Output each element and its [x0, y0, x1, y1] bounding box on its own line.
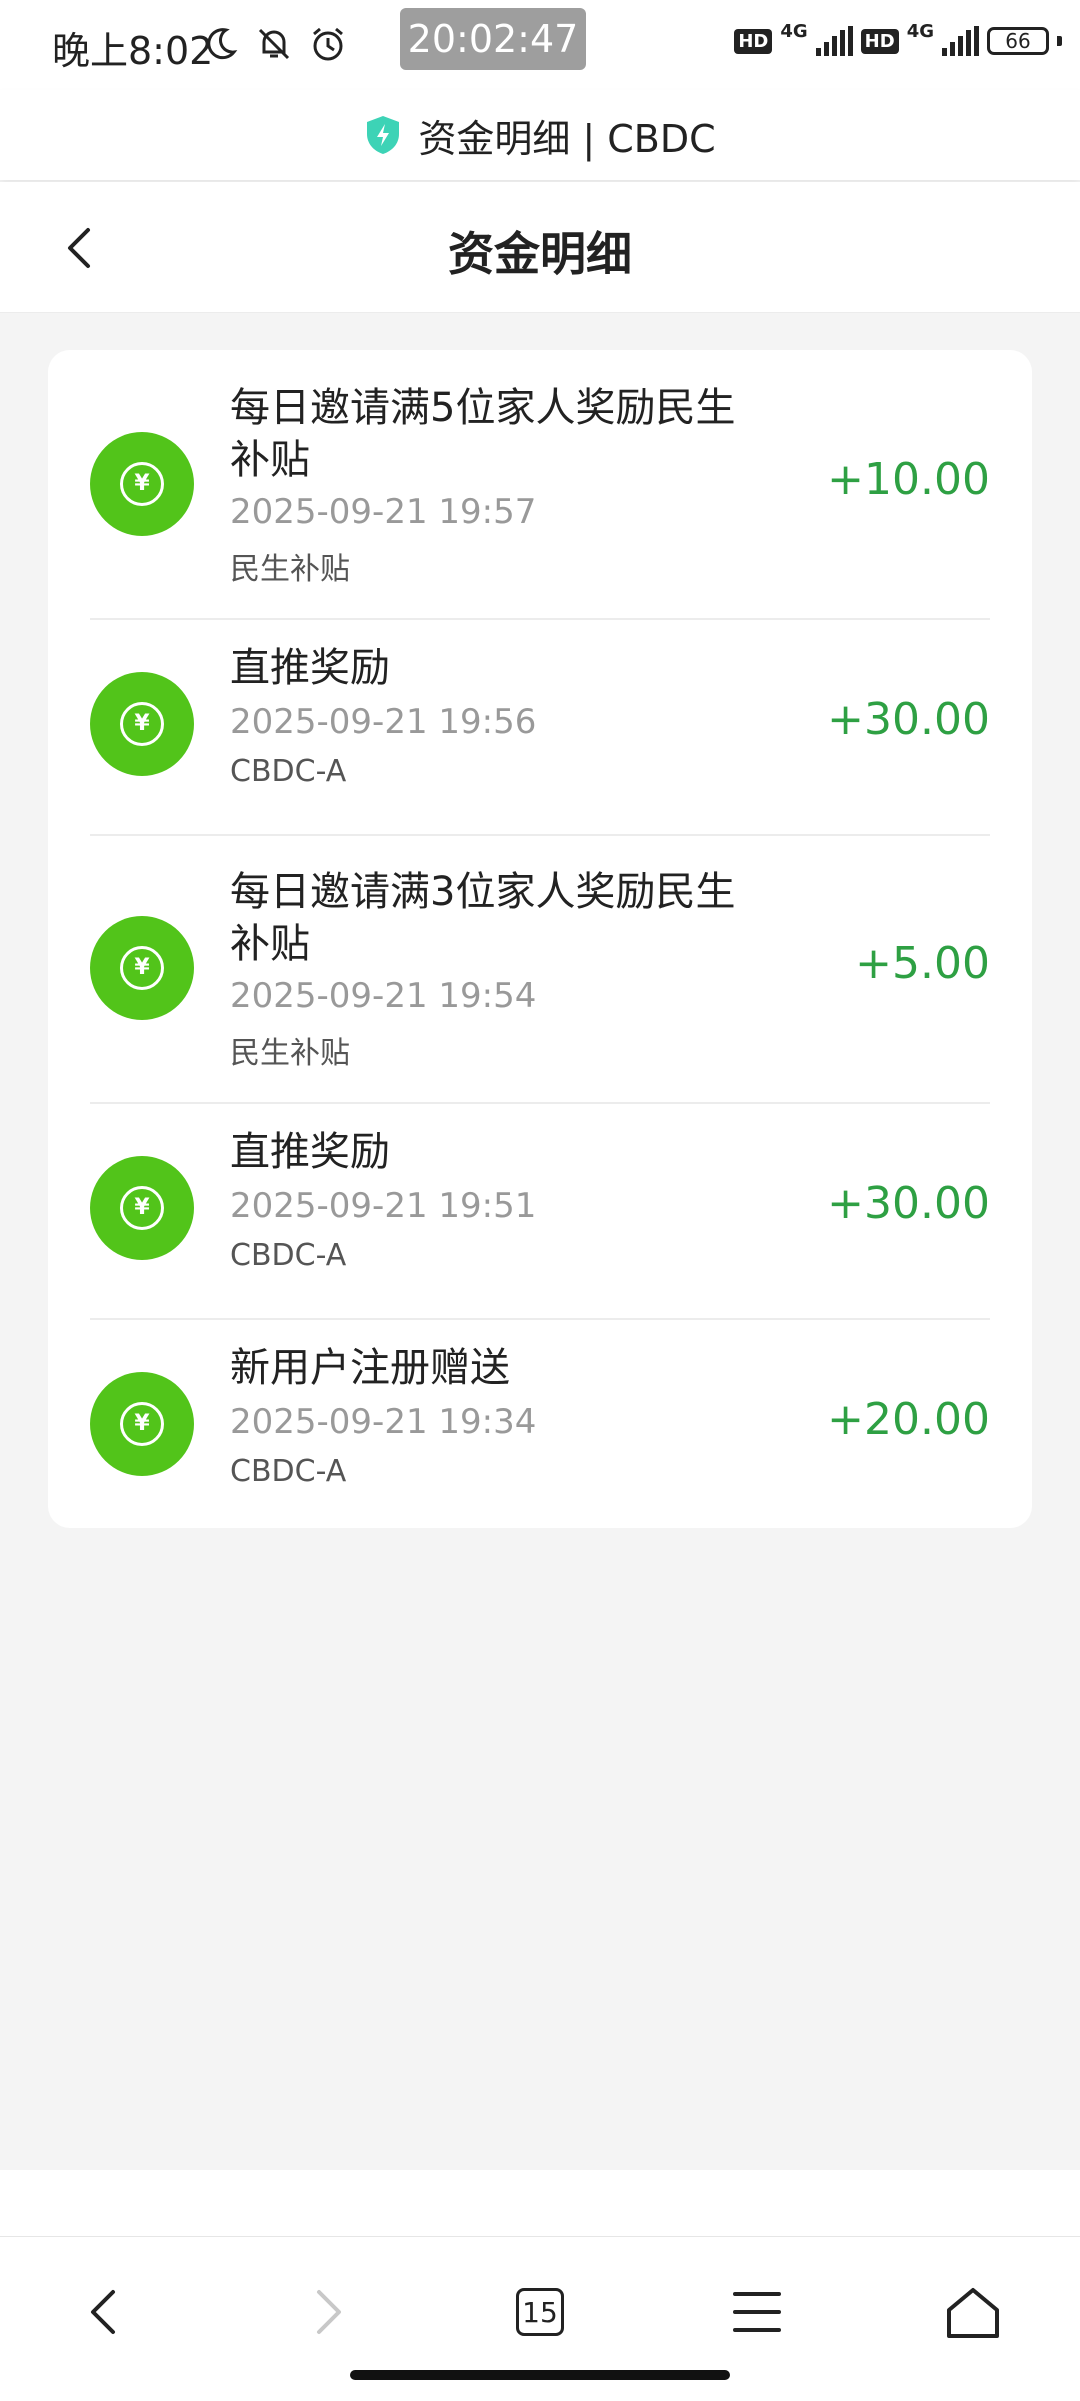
transaction-title: 新用户注册赠送	[230, 1345, 510, 1391]
home-icon	[947, 2288, 999, 2338]
forward-icon	[317, 2290, 341, 2334]
transaction-title: 每日邀请满5位家人奖励民生补贴	[230, 385, 736, 483]
status-bar: 晚上8:02 20:02:47 HD 4G HD 4G 66	[0, 0, 1080, 90]
list-item[interactable]: ¥ 新用户注册赠送 2025-09-21 19:34 CBDC-A +20.00	[90, 1320, 990, 1528]
back-icon	[91, 2290, 115, 2334]
transaction-category: CBDC-A	[230, 754, 347, 789]
list-item[interactable]: ¥ 直推奖励 2025-09-21 19:56 CBDC-A +30.00	[90, 620, 990, 836]
list-item[interactable]: ¥ 每日邀请满3位家人奖励民生补贴 2025-09-21 19:54 民生补贴 …	[90, 836, 990, 1104]
transaction-title: 直推奖励	[230, 645, 390, 691]
shield-icon	[367, 116, 400, 154]
list-item[interactable]: ¥ 直推奖励 2025-09-21 19:51 CBDC-A +30.00	[90, 1104, 990, 1320]
coin-icon: ¥	[90, 672, 194, 776]
battery-icon: 66	[987, 27, 1049, 55]
nav-back-button[interactable]	[70, 2277, 140, 2347]
battery-tip	[1057, 36, 1062, 46]
signal-icon-2	[942, 26, 979, 56]
coin-icon: ¥	[90, 432, 194, 536]
transactions-card: ¥ 每日邀请满5位家人奖励民生补贴 2025-09-21 19:57 民生补贴 …	[48, 350, 1032, 1528]
hd-badge: HD	[734, 28, 773, 54]
transaction-category: CBDC-A	[230, 1454, 347, 1489]
transaction-amount: +10.00	[827, 454, 990, 505]
transaction-amount: +5.00	[855, 938, 990, 989]
transaction-amount: +30.00	[827, 694, 990, 745]
nav-tabs-button[interactable]: 15	[505, 2277, 575, 2347]
transaction-time: 2025-09-21 19:51	[230, 1186, 537, 1226]
page-bottom-area	[0, 2170, 1080, 2236]
nav-forward-button[interactable]	[292, 2277, 362, 2347]
transaction-time: 2025-09-21 19:56	[230, 702, 537, 742]
page-header: 资金明细	[0, 182, 1080, 313]
bell-off-icon	[258, 28, 290, 60]
network-type: 4G	[780, 20, 808, 42]
transaction-category: 民生补贴	[230, 552, 350, 587]
alarm-icon	[313, 27, 343, 61]
list-item[interactable]: ¥ 每日邀请满5位家人奖励民生补贴 2025-09-21 19:57 民生补贴 …	[90, 350, 990, 620]
coin-icon: ¥	[90, 916, 194, 1020]
network-type-2: 4G	[906, 20, 934, 42]
floating-clock: 20:02:47	[400, 8, 586, 70]
page-title: 资金明细	[448, 227, 632, 281]
nav-home-button[interactable]	[938, 2277, 1008, 2347]
transaction-amount: +30.00	[827, 1178, 990, 1229]
transaction-time: 2025-09-21 19:34	[230, 1402, 537, 1442]
signal-icon	[815, 26, 853, 56]
hd-badge-2: HD	[860, 28, 899, 54]
tabs-icon: 15	[516, 2288, 564, 2336]
coin-icon: ¥	[90, 1156, 194, 1260]
transaction-amount: +20.00	[827, 1394, 990, 1445]
status-time: 晚上8:02	[52, 29, 214, 73]
moon-icon	[207, 28, 238, 60]
menu-icon	[733, 2292, 781, 2332]
nav-menu-button[interactable]	[722, 2277, 792, 2347]
status-icons-right: HD 4G HD 4G 66	[734, 21, 1062, 56]
transaction-time: 2025-09-21 19:54	[230, 976, 537, 1016]
coin-icon: ¥	[90, 1372, 194, 1476]
home-indicator[interactable]	[350, 2370, 730, 2380]
transaction-title: 每日邀请满3位家人奖励民生补贴	[230, 869, 736, 967]
transaction-category: 民生补贴	[230, 1036, 350, 1071]
transaction-time: 2025-09-21 19:57	[230, 492, 537, 532]
transaction-category: CBDC-A	[230, 1238, 347, 1273]
status-icons-left	[200, 24, 348, 64]
browser-title-bar[interactable]: 资金明细 | CBDC	[0, 90, 1080, 180]
transaction-title: 直推奖励	[230, 1129, 390, 1175]
browser-page-title: 资金明细 | CBDC	[418, 116, 716, 161]
